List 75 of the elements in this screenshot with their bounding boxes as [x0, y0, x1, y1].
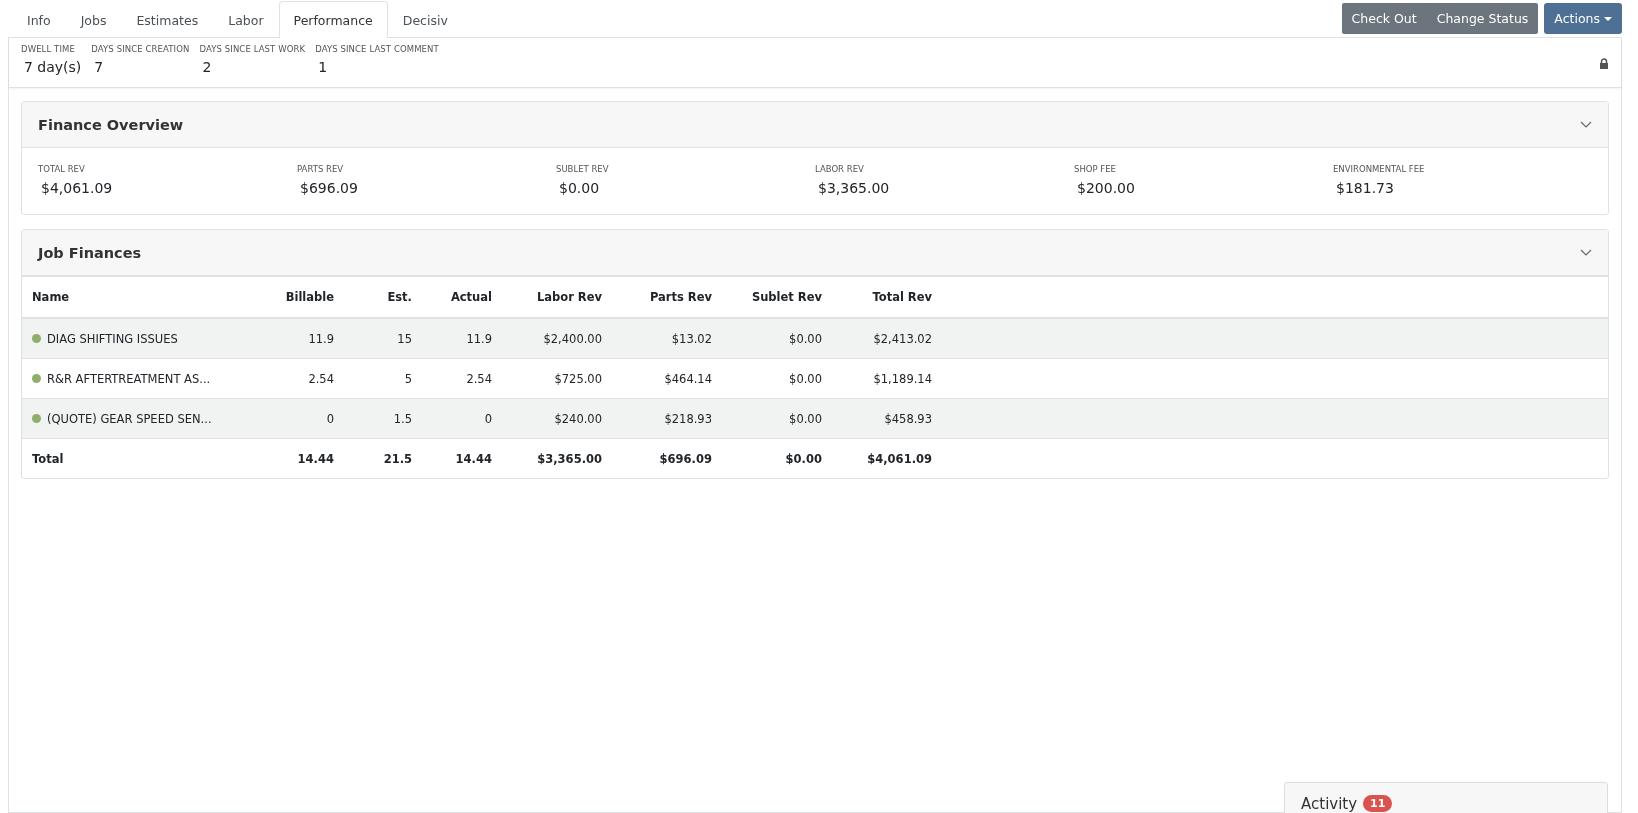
table-cell: $725.00 [554, 371, 602, 386]
stat-value: 7 [93, 59, 105, 75]
finance-value: $4,061.09 [40, 180, 114, 196]
column-header: Total Rev [872, 290, 932, 304]
tab[interactable]: Decisiv [387, 1, 463, 37]
table-cell: 0 [484, 411, 492, 426]
table-cell: 1.5 [393, 411, 412, 426]
total-cell: $0.00 [785, 451, 822, 466]
tab[interactable]: Performance [278, 1, 388, 38]
table-cell: (QUOTE) GEAR SPEED SEN... [47, 411, 212, 426]
card-title: Finance Overview [38, 116, 184, 133]
table-cell: 0 [326, 411, 334, 426]
tab[interactable]: Jobs [65, 1, 122, 37]
table-cell: R&R AFTERTREATMENT AS... [47, 371, 211, 386]
column-header: Parts Rev [649, 290, 712, 304]
finance-label: LABOR REV [815, 164, 865, 174]
table-cell: $218.93 [664, 411, 712, 426]
finance-label: ENVIRONMENTAL FEE [1333, 164, 1426, 174]
tab[interactable]: Labor [213, 1, 279, 37]
stat-label: DAYS SINCE CREATION [91, 44, 190, 54]
table-cell: $0.00 [789, 411, 822, 426]
finance-label: SHOP FEE [1074, 164, 1117, 174]
table-cell: $458.93 [884, 411, 932, 426]
total-cell: 14.44 [455, 451, 492, 466]
finance-label: SUBLET REV [556, 164, 610, 174]
table-cell: $464.14 [664, 371, 712, 386]
count-badge: 11 [1363, 795, 1393, 812]
total-cell: $3,365.00 [537, 451, 602, 466]
activity-title: Activity [1301, 795, 1358, 813]
total-cell: 14.44 [297, 451, 334, 466]
finance-value: $181.73 [1335, 180, 1395, 196]
table-cell: $0.00 [789, 371, 822, 386]
finance-label: TOTAL REV [38, 164, 86, 174]
table-cell: 2.54 [308, 371, 334, 386]
total-cell: $696.09 [659, 451, 712, 466]
stat-value: 1 [317, 59, 329, 75]
column-header: Sublet Rev [751, 290, 822, 304]
stat-label: DWELL TIME [21, 44, 76, 54]
activity-panel[interactable]: Activity 11 [1284, 782, 1608, 813]
table-cell: $0.00 [789, 331, 822, 346]
table-cell: 11.9 [308, 331, 334, 346]
chevron-down-icon[interactable] [1580, 121, 1592, 128]
stat-value: 2 [201, 59, 213, 75]
actions-dropdown-button[interactable]: Actions [1544, 3, 1622, 34]
table-cell: 2.54 [466, 371, 492, 386]
lock-icon[interactable] [1599, 58, 1609, 69]
table-cell: 11.9 [466, 331, 492, 346]
table-cell: $13.02 [671, 331, 712, 346]
column-header: Name [32, 290, 70, 304]
finance-value: $200.00 [1076, 180, 1136, 196]
table-cell: $2,400.00 [543, 331, 602, 346]
finance-value: $696.09 [299, 180, 359, 196]
card-title: Job Finances [38, 244, 142, 261]
tab[interactable]: Info [12, 1, 66, 37]
total-cell: Total [32, 451, 64, 466]
table-cell: DIAG SHIFTING ISSUES [47, 331, 178, 346]
finance-value: $3,365.00 [817, 180, 891, 196]
stat-value: 7 day(s) [23, 59, 82, 75]
table-cell: $240.00 [554, 411, 602, 426]
table-cell: $1,189.14 [873, 371, 932, 386]
total-cell: $4,061.09 [867, 451, 932, 466]
finance-value: $0.00 [558, 180, 601, 196]
column-header: Actual [450, 290, 492, 304]
table-cell: 5 [404, 371, 412, 386]
table-cell: 15 [397, 331, 412, 346]
finance-label: PARTS REV [297, 164, 345, 174]
stat-label: DAYS SINCE LAST WORK [199, 44, 306, 54]
stat-label: DAYS SINCE LAST COMMENT [315, 44, 439, 54]
total-cell: 21.5 [383, 451, 412, 466]
column-header: Billable [285, 290, 334, 304]
chevron-down-icon[interactable] [1580, 249, 1592, 256]
column-header: Est. [387, 290, 412, 304]
tab[interactable]: Estimates [121, 1, 214, 37]
column-header: Labor Rev [536, 290, 602, 304]
table-cell: $2,413.02 [873, 331, 932, 346]
